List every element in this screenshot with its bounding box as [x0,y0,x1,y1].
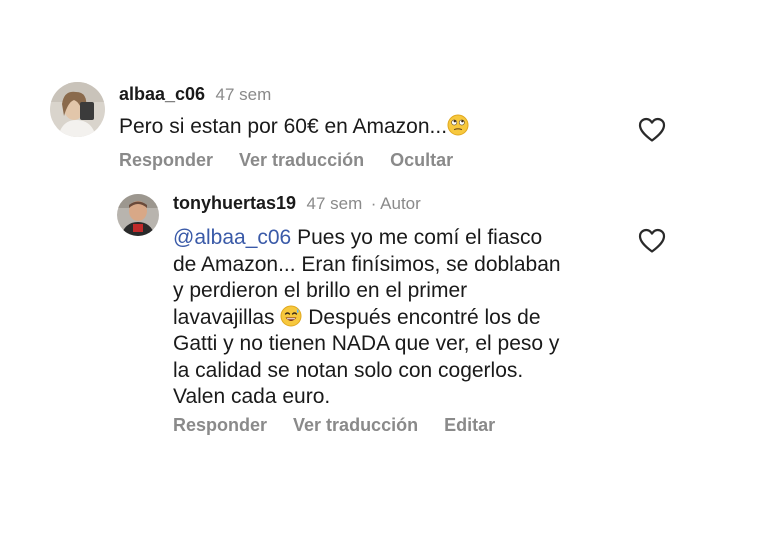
comment-timestamp: 47 sem [215,85,272,104]
avatar[interactable] [117,194,159,236]
like-heart-icon[interactable] [638,117,666,143]
reply-button[interactable]: Responder [119,150,213,170]
eye-roll-emoji-icon [447,114,469,136]
user-mention-link[interactable]: @albaa_c06 [173,226,291,249]
comment-text: @albaa_c06 Pues yo me comí el fiasco de … [173,226,561,408]
comment-username[interactable]: tonyhuertas19 [173,193,296,213]
edit-button[interactable]: Editar [444,415,495,435]
see-translation-button[interactable]: Ver traducción [293,415,418,435]
like-heart-icon[interactable] [638,228,666,254]
author-badge: · Autor [370,194,421,213]
comment-text: Pero si estan por 60€ en Amazon... [119,114,579,141]
reply-button[interactable]: Responder [173,415,267,435]
avatar[interactable] [50,82,105,137]
sweat-smile-emoji-icon [280,305,302,327]
see-translation-button[interactable]: Ver traducción [239,150,364,170]
hide-button[interactable]: Ocultar [390,150,453,170]
comment-timestamp: 47 sem [306,194,363,213]
comment-username[interactable]: albaa_c06 [119,84,205,104]
